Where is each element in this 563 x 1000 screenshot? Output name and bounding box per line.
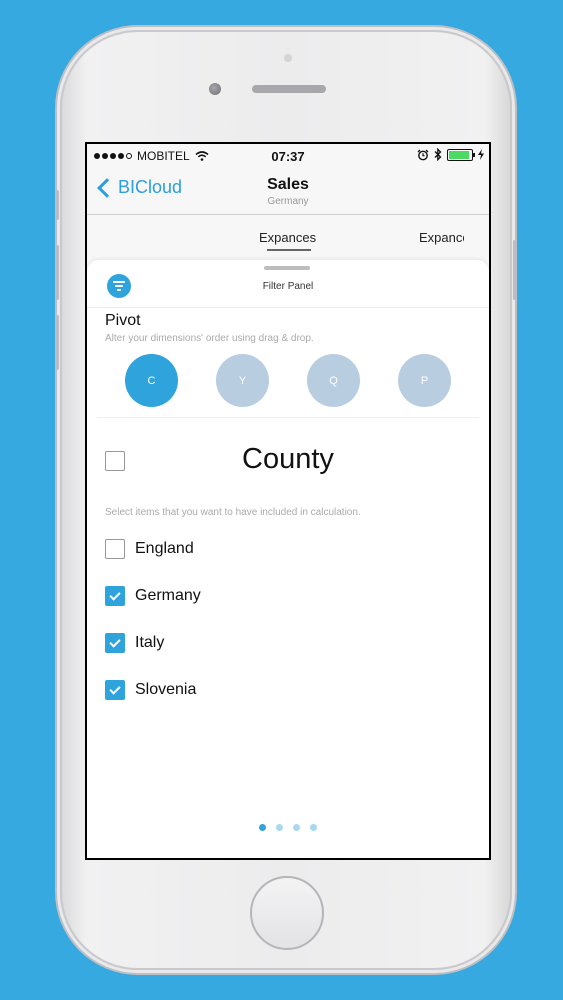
mute-switch <box>56 190 59 220</box>
battery-icon <box>447 148 475 161</box>
power-button <box>513 240 516 300</box>
page-subtitle: Germany <box>267 196 309 207</box>
pivot-description: Alter your dimensions' order using drag … <box>105 333 314 344</box>
field-title: County <box>242 443 334 475</box>
item-checkbox[interactable] <box>105 680 125 700</box>
home-button[interactable] <box>250 876 324 950</box>
phone-screen: MOBITEL 07:37 BICloud Sales Germany Expa… <box>85 142 491 860</box>
app-screen: MOBITEL 07:37 BICloud Sales Germany Expa… <box>87 144 489 858</box>
dimension-chip-q[interactable]: Q <box>307 354 360 407</box>
dimension-chip-p[interactable]: P <box>398 354 451 407</box>
panel-title: Filter Panel <box>262 281 314 292</box>
item-label: England <box>135 540 194 557</box>
item-label: Germany <box>135 587 201 604</box>
divider <box>87 307 489 308</box>
page-dot[interactable] <box>276 824 283 831</box>
earpiece-speaker <box>252 85 326 93</box>
item-label: Italy <box>135 634 165 651</box>
divider <box>97 417 479 418</box>
filter-panel: Filter Panel Pivot Alter your dimensions… <box>87 260 489 858</box>
status-right <box>417 148 484 161</box>
panel-drag-handle[interactable] <box>264 266 310 270</box>
front-camera <box>209 83 221 95</box>
proximity-sensor <box>284 54 292 62</box>
page-dot[interactable] <box>293 824 300 831</box>
pivot-heading: Pivot <box>105 312 141 329</box>
tab-expances[interactable]: Expances <box>259 230 316 245</box>
dimension-chip-c[interactable]: C <box>125 354 178 407</box>
page-dot[interactable] <box>310 824 317 831</box>
bluetooth-icon <box>434 148 442 161</box>
dimension-chip-y[interactable]: Y <box>216 354 269 407</box>
volume-up-button <box>56 245 59 300</box>
page-indicator[interactable] <box>259 824 317 831</box>
page-dot[interactable] <box>259 824 266 831</box>
alarm-icon <box>417 149 429 160</box>
charging-icon <box>478 149 484 160</box>
item-checkbox[interactable] <box>105 586 125 606</box>
page-title: Sales <box>267 176 309 193</box>
item-checkbox[interactable] <box>105 539 125 559</box>
tab-selected-indicator <box>267 249 311 251</box>
selection-hint: Select items that you want to have inclu… <box>105 507 361 518</box>
item-checkbox[interactable] <box>105 633 125 653</box>
segment-tabs: Expances Expances <box>87 215 489 260</box>
tab-expances-2[interactable]: Expances <box>419 230 464 245</box>
volume-down-button <box>56 315 59 370</box>
navigation-bar: BICloud Sales Germany <box>87 168 489 215</box>
status-bar: MOBITEL 07:37 <box>87 144 489 168</box>
item-label: Slovenia <box>135 681 197 698</box>
